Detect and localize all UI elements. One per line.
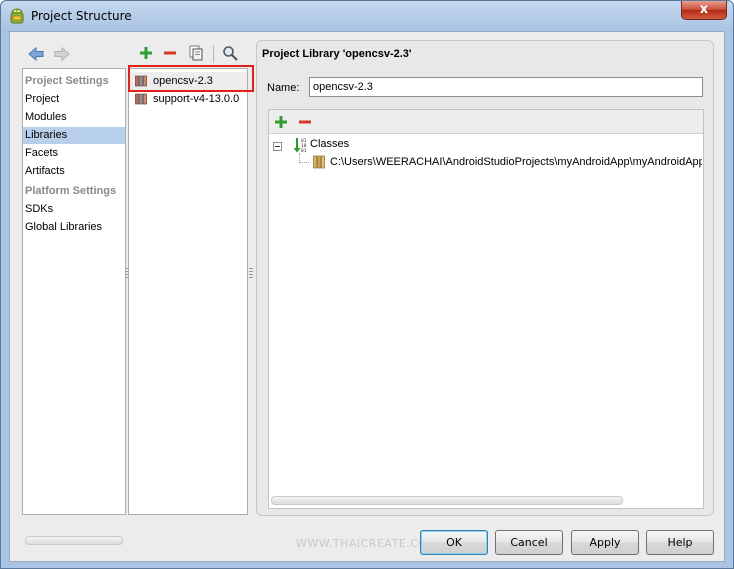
copy-library-button[interactable]: [186, 43, 206, 63]
sidebar-item-modules[interactable]: Modules: [23, 109, 125, 126]
libraries-toolbar: [136, 43, 256, 65]
minus-icon: [299, 120, 311, 124]
settings-sidebar: Project Settings Project Modules Librari…: [22, 68, 126, 545]
help-button[interactable]: Help: [646, 530, 714, 555]
find-usages-button[interactable]: [220, 43, 240, 63]
sidebar-item-global-libraries[interactable]: Global Libraries: [23, 219, 125, 236]
sidebar-item-facets[interactable]: Facets: [23, 145, 125, 162]
apply-button[interactable]: Apply: [571, 530, 639, 555]
library-item-support-v4[interactable]: support-v4-13.0.0: [129, 90, 247, 108]
minus-icon: [164, 51, 176, 55]
roots-toolbar: [269, 110, 703, 134]
library-label: support-v4-13.0.0: [153, 93, 240, 105]
toolbar-separator: [213, 45, 214, 63]
forward-arrow-icon[interactable]: [52, 44, 72, 64]
sidebar-item-project[interactable]: Project: [23, 91, 125, 108]
sidebar-item-libraries[interactable]: Libraries: [23, 127, 125, 144]
libraries-list: opencsv-2.3 support-v4-13.0.0: [128, 68, 248, 515]
sidebar-item-artifacts[interactable]: Artifacts: [23, 163, 125, 180]
project-settings-header: Project Settings: [25, 75, 109, 87]
tree-node-classes[interactable]: Classes: [310, 138, 349, 150]
remove-root-button[interactable]: [295, 112, 315, 132]
remove-library-button[interactable]: [160, 43, 180, 63]
sidebar-horizontal-scrollbar[interactable]: [25, 536, 123, 545]
copy-icon: [189, 45, 203, 61]
platform-settings-header: Platform Settings: [25, 185, 117, 197]
library-jar-icon: [135, 93, 147, 105]
watermark-text: WWW.THAICREATE.COM: [296, 537, 438, 550]
window-close-button[interactable]: x: [681, 1, 727, 20]
title-bar[interactable]: Project Structure x: [1, 1, 733, 31]
ok-button[interactable]: OK: [420, 530, 488, 555]
tree-node-jar-path[interactable]: C:\Users\WEERACHAI\AndroidStudioProjects…: [330, 156, 702, 168]
window-title: Project Structure: [31, 9, 132, 23]
selection-highlight-box: [128, 65, 254, 92]
sidebar-item-sdks[interactable]: SDKs: [23, 201, 125, 218]
tree-connector: [299, 162, 309, 163]
svg-text:01: 01: [301, 148, 307, 153]
project-structure-window: Project Structure x Project Settings Pro…: [0, 0, 734, 569]
library-details-panel: Project Library 'opencsv-2.3' Name: open…: [256, 40, 714, 516]
magnifier-icon: [223, 46, 238, 61]
navigation-arrows: [26, 44, 76, 64]
jar-file-icon: [313, 155, 325, 169]
roots-horizontal-scrollbar[interactable]: [271, 496, 623, 505]
library-name-field[interactable]: opencsv-2.3: [309, 77, 703, 97]
add-library-button[interactable]: [136, 43, 156, 63]
add-root-button[interactable]: [271, 112, 291, 132]
library-roots-tree: 01 10 01 Classes C:\Users\WEERACHAI\Andr…: [268, 109, 704, 509]
plus-icon: [140, 47, 152, 59]
library-panel-title: Project Library 'opencsv-2.3': [262, 48, 412, 60]
dialog-body: Project Settings Project Modules Librari…: [9, 31, 725, 562]
cancel-button[interactable]: Cancel: [495, 530, 563, 555]
plus-icon: [275, 116, 287, 128]
name-label: Name:: [267, 82, 300, 94]
right-splitter-handle[interactable]: [249, 268, 253, 280]
classes-binary-icon: 01 10 01: [293, 138, 307, 153]
android-studio-icon: [10, 8, 24, 24]
close-icon: x: [699, 2, 709, 17]
collapse-toggle-icon[interactable]: [273, 142, 282, 151]
back-arrow-icon[interactable]: [26, 44, 46, 64]
